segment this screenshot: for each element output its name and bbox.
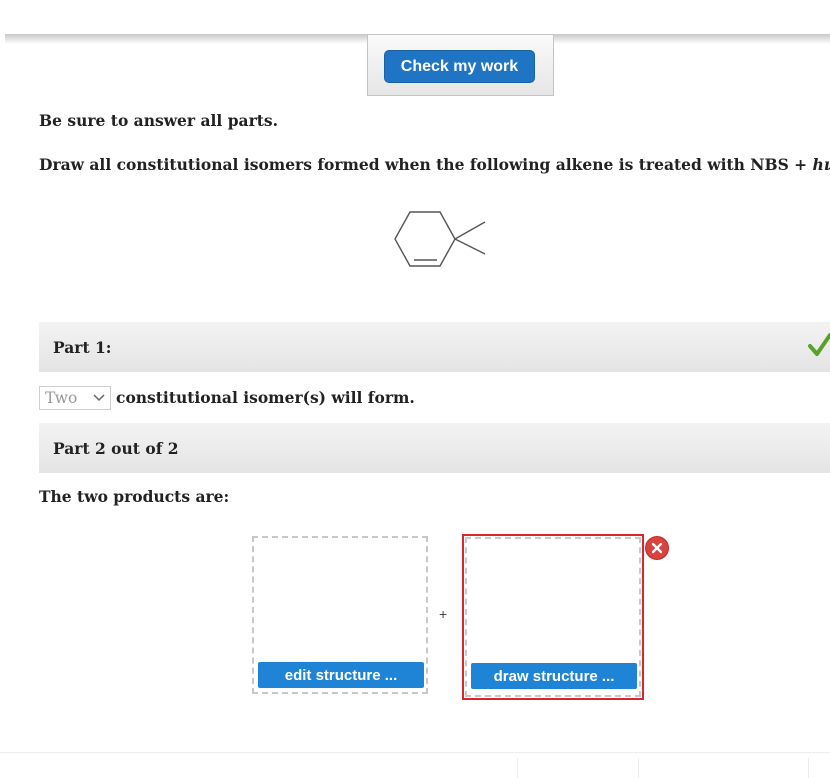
select-value: Two [45,389,78,407]
instruction-answer-all: Be sure to answer all parts. [39,111,279,130]
draw-structure-button[interactable]: draw structure ... [471,663,637,689]
page: Check my work Be sure to answer all part… [0,0,830,778]
chevron-down-icon [93,394,105,402]
close-icon[interactable] [644,535,670,561]
part1-label: Part 1: [53,338,112,357]
isomer-count-select[interactable]: Two [39,386,111,410]
answer-text: constitutional isomer(s) will form. [116,388,415,407]
check-work-panel: Check my work [367,34,554,96]
bottom-divider-3 [808,758,809,778]
edit-structure-button[interactable]: edit structure ... [258,662,424,688]
bottom-divider-2 [638,758,639,778]
instruction-question: Draw all constitutional isomers formed w… [39,155,830,174]
hv-text: hν [812,155,830,174]
products-prompt: The two products are: [39,487,230,506]
part2-header: Part 2 out of 2 [39,423,830,473]
plus-sign: + [439,606,448,622]
structure-box-1[interactable]: edit structure ... [252,536,428,694]
check-my-work-button[interactable]: Check my work [384,50,535,83]
part1-header: Part 1: [39,322,830,372]
bottom-divider-line [0,752,830,753]
bottom-divider-1 [517,758,518,778]
question-text: Draw all constitutional isomers formed w… [39,155,813,174]
checkmark-icon [808,333,830,356]
structure-box-2[interactable]: draw structure ... [465,537,641,697]
alkene-structure-icon [394,211,486,267]
part2-label: Part 2 out of 2 [53,439,179,458]
